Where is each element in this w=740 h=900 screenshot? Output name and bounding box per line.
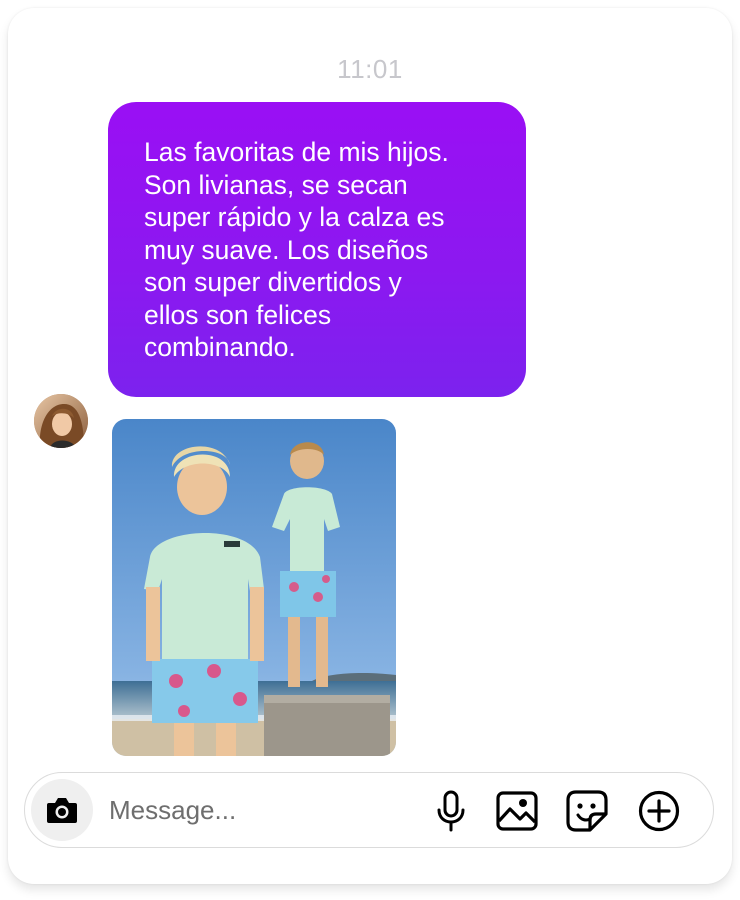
message-composer bbox=[24, 772, 714, 848]
message-input[interactable] bbox=[109, 791, 409, 829]
camera-button[interactable] bbox=[31, 779, 93, 841]
more-button[interactable] bbox=[637, 789, 681, 833]
gallery-button[interactable] bbox=[495, 789, 539, 833]
camera-icon bbox=[47, 798, 77, 823]
avatar-image bbox=[34, 394, 88, 448]
microphone-icon bbox=[437, 790, 465, 832]
sticker-icon bbox=[566, 790, 608, 832]
photo-image bbox=[112, 419, 396, 756]
shared-photo[interactable] bbox=[112, 419, 396, 756]
sticker-button[interactable] bbox=[565, 789, 609, 833]
microphone-button[interactable] bbox=[429, 789, 473, 833]
message-bubble: Las favoritas de mis hijos. Son livianas… bbox=[108, 102, 526, 397]
image-icon bbox=[496, 791, 538, 831]
avatar[interactable] bbox=[34, 394, 88, 448]
message-timestamp: 11:01 bbox=[337, 54, 403, 84]
chat-window: 11:01 Las favoritas de mis hijos. Son li… bbox=[8, 8, 732, 884]
plus-circle-icon bbox=[638, 790, 680, 832]
